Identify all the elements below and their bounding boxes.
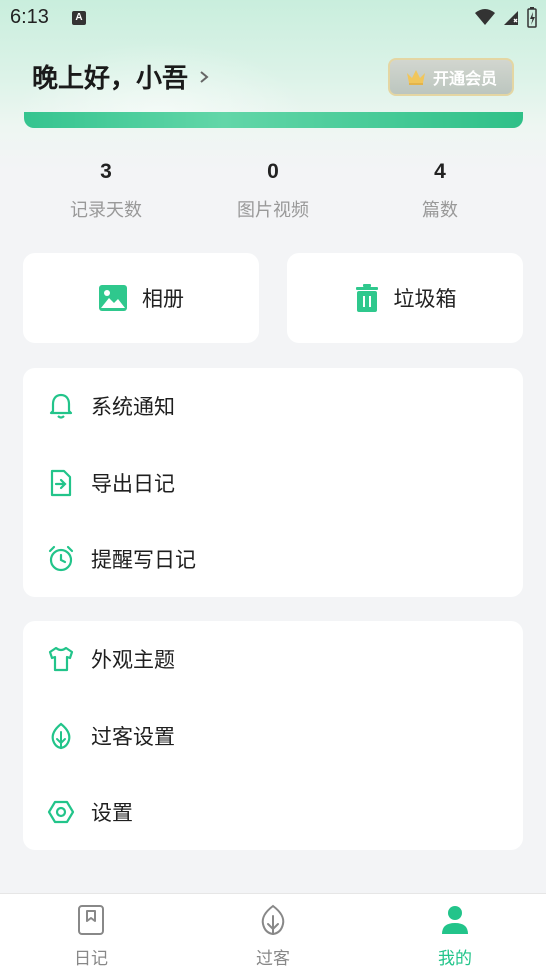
menu-item-diary-reminder[interactable]: 提醒写日记 [23,521,523,597]
tab-diary[interactable]: 日记 [0,894,182,970]
bell-icon [49,393,73,419]
stats-row: 3 记录天数 0 图片视频 4 篇数 [0,160,546,230]
tab-label: 我的 [438,949,472,969]
menu-label: 设置 [91,801,133,825]
tshirt-icon [48,646,74,672]
profile-greeting[interactable]: 晚上好，小吾 [32,58,210,95]
export-file-icon [50,469,72,497]
stat-label: 篇数 [422,200,458,221]
hexagon-settings-icon [47,800,75,824]
menu-label: 系统通知 [91,395,175,419]
crown-icon [406,70,425,85]
trash-button[interactable]: 垃圾箱 [287,253,523,343]
status-bar: 6:13 A [0,0,546,36]
chevron-right-icon [200,70,209,83]
vip-label: 开通会员 [432,69,497,88]
vip-button[interactable]: 开通会员 [388,58,514,96]
menu-item-system-notifications[interactable]: 系统通知 [23,368,523,444]
stat-label: 记录天数 [70,200,142,221]
menu-group-2: 外观主题 过客设置 设置 [23,621,523,850]
stat-value: 0 [267,160,279,183]
stat-record-days[interactable]: 3 记录天数 [36,160,176,222]
wifi-icon [475,9,495,25]
menu-item-settings[interactable]: 设置 [23,774,523,850]
menu-item-passerby-settings[interactable]: 过客设置 [23,698,523,774]
image-icon [99,285,127,311]
alarm-clock-icon [48,545,74,572]
tab-passerby[interactable]: 过客 [182,894,364,970]
notification-icon: A [72,11,86,25]
menu-label: 导出日记 [91,472,175,496]
status-time: 6:13 [10,6,49,28]
stat-value: 4 [434,160,446,183]
menu-group-1: 系统通知 导出日记 提醒写日记 [23,368,523,597]
bottom-tab-bar: 日记 过客 我的 [0,893,546,970]
tab-label: 日记 [74,949,108,969]
battery-icon [527,7,537,28]
leaf-icon [261,904,285,936]
person-icon [442,906,468,934]
tab-label: 过客 [256,949,290,969]
tab-mine[interactable]: 我的 [364,894,546,970]
stat-entries[interactable]: 4 篇数 [370,160,510,222]
menu-label: 提醒写日记 [91,548,196,572]
album-button[interactable]: 相册 [23,253,259,343]
album-label: 相册 [142,287,184,311]
menu-item-appearance-theme[interactable]: 外观主题 [23,621,523,697]
stat-value: 3 [100,160,112,183]
menu-item-export-diary[interactable]: 导出日记 [23,445,523,521]
greeting-text: 晚上好，小吾 [32,64,189,94]
signal-icon [504,11,518,25]
leaf-icon [51,722,71,750]
menu-label: 外观主题 [91,648,175,672]
menu-label: 过客设置 [91,725,175,749]
header-accent-bar [24,112,523,128]
stat-label: 图片视频 [237,200,309,221]
status-icons [474,6,538,28]
diary-book-icon [78,905,104,935]
trash-label: 垃圾箱 [393,287,457,311]
stat-media[interactable]: 0 图片视频 [203,160,343,222]
trash-icon [355,284,378,312]
